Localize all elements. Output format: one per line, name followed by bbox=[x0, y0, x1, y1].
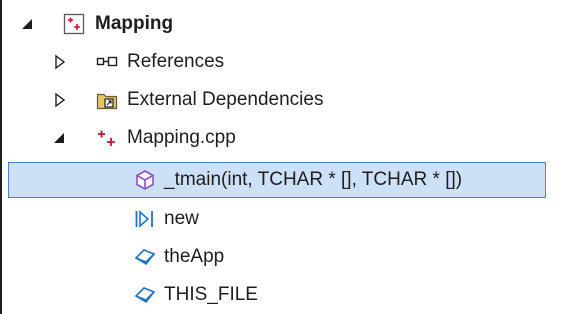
expanded-arrow-icon[interactable] bbox=[52, 130, 68, 146]
tree-item-external-dependencies[interactable]: External Dependencies bbox=[0, 81, 572, 119]
function-icon bbox=[136, 170, 154, 190]
tree-item-label: _tmain(int, TCHAR * [], TCHAR * []) bbox=[164, 169, 463, 190]
tree-item-label: External Dependencies bbox=[127, 89, 324, 110]
tree-item-label: THIS_FILE bbox=[164, 284, 258, 305]
tree-item-this-file-variable[interactable]: THIS_FILE bbox=[0, 276, 572, 314]
variable-icon bbox=[134, 249, 156, 266]
tree-item-label: Mapping bbox=[95, 13, 174, 34]
tree-item-theapp-variable[interactable]: theApp bbox=[0, 238, 572, 276]
tree-item-label: Mapping.cpp bbox=[127, 127, 236, 148]
external-dependencies-icon bbox=[96, 93, 118, 110]
collapsed-arrow-icon[interactable] bbox=[52, 54, 68, 70]
expanded-arrow-icon[interactable] bbox=[20, 16, 36, 32]
tree-item-mapping-project[interactable]: Mapping bbox=[0, 5, 572, 43]
tree-item-mapping-cpp[interactable]: Mapping.cpp bbox=[0, 119, 572, 157]
references-icon bbox=[96, 56, 118, 67]
cpp-file-icon bbox=[98, 130, 115, 146]
tree-item-references[interactable]: References bbox=[0, 43, 572, 81]
variable-icon bbox=[134, 287, 156, 304]
tree-item-tmain-function[interactable]: _tmain(int, TCHAR * [], TCHAR * []) bbox=[8, 162, 546, 198]
solution-explorer-tree: Mapping References External Dependencies bbox=[0, 0, 572, 314]
tree-item-label: theApp bbox=[164, 246, 225, 267]
tree-item-label: new bbox=[164, 208, 199, 229]
collapsed-arrow-icon[interactable] bbox=[52, 92, 68, 108]
tree-item-label: References bbox=[127, 51, 225, 72]
operator-icon bbox=[135, 210, 153, 228]
tree-item-new-operator[interactable]: new bbox=[0, 200, 572, 238]
cpp-project-icon bbox=[63, 13, 85, 35]
